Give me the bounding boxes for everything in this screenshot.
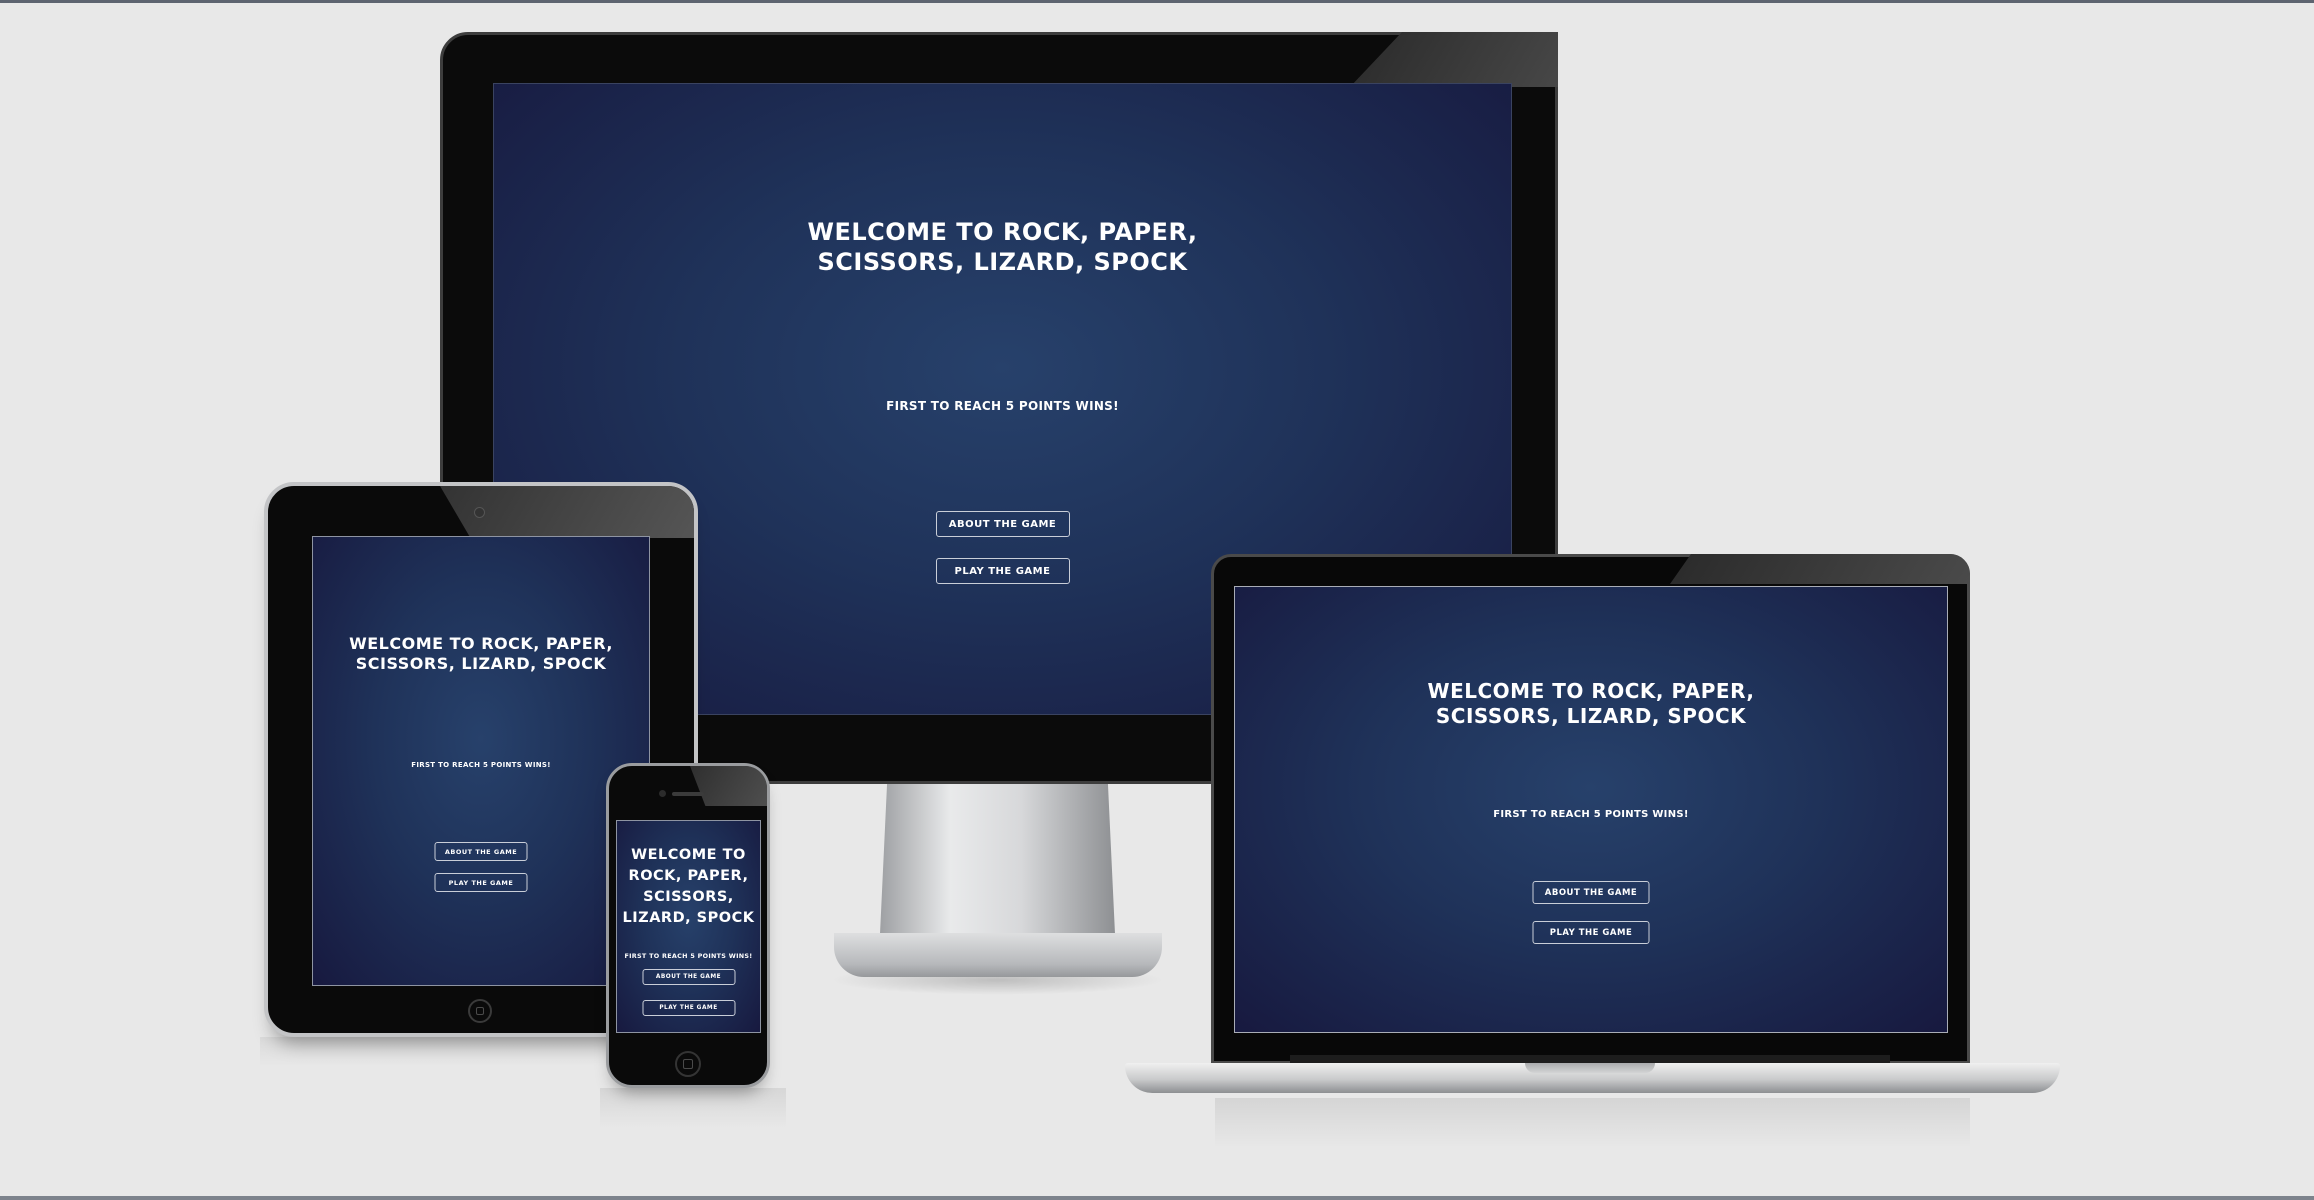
- home-button-icon[interactable]: [468, 999, 492, 1023]
- play-button[interactable]: PLAY THE GAME: [642, 1000, 735, 1016]
- about-button[interactable]: ABOUT THE GAME: [434, 842, 528, 861]
- title-line-1: WELCOME TO ROCK, PAPER,: [349, 634, 613, 653]
- tablet-screen: WELCOME TO ROCK, PAPER, SCISSORS, LIZARD…: [312, 536, 650, 986]
- phone-reflection: [600, 1088, 786, 1128]
- title-line-1: WELCOME TO ROCK, PAPER,: [807, 218, 1198, 246]
- play-button[interactable]: PLAY THE GAME: [1532, 921, 1650, 944]
- subtitle: FIRST TO REACH 5 POINTS WINS!: [1493, 809, 1689, 820]
- page-title: WELCOME TO ROCK, PAPER, SCISSORS, LIZARD…: [494, 218, 1511, 278]
- tablet-camera: [474, 507, 485, 518]
- about-button[interactable]: ABOUT THE GAME: [1532, 881, 1650, 904]
- title-line-2: SCISSORS, LIZARD, SPOCK: [1435, 703, 1747, 728]
- about-button[interactable]: ABOUT THE GAME: [935, 511, 1070, 537]
- monitor-stand-base: [834, 933, 1162, 977]
- home-button-icon[interactable]: [675, 1051, 701, 1077]
- subtitle: FIRST TO REACH 5 POINTS WINS!: [886, 399, 1119, 413]
- page-title: WELCOME TO ROCK, PAPER, SCISSORS, LIZARD…: [1235, 679, 1947, 729]
- about-button[interactable]: ABOUT THE GAME: [642, 969, 735, 985]
- laptop-glare: [1670, 554, 1970, 584]
- laptop-reflection: [1215, 1098, 1970, 1148]
- title-line-2: SCISSORS, LIZARD, SPOCK: [817, 247, 1188, 276]
- laptop-screen: WELCOME TO ROCK, PAPER, SCISSORS, LIZARD…: [1234, 586, 1948, 1033]
- title-line-2: ROCK, PAPER,: [628, 868, 749, 885]
- phone-camera: [659, 790, 666, 797]
- subtitle: FIRST TO REACH 5 POINTS WINS!: [624, 952, 753, 960]
- laptop-notch: [1525, 1063, 1655, 1073]
- phone-speaker: [672, 792, 704, 796]
- title-line-1: WELCOME TO: [631, 847, 746, 863]
- page-title: WELCOME TO ROCK, PAPER, SCISSORS, LIZARD…: [313, 634, 649, 674]
- page-title: WELCOME TO ROCK, PAPER, SCISSORS, LIZARD…: [617, 845, 760, 929]
- play-button[interactable]: PLAY THE GAME: [935, 558, 1070, 584]
- title-line-4: LIZARD, SPOCK: [622, 910, 755, 927]
- title-line-2: SCISSORS, LIZARD, SPOCK: [355, 653, 607, 673]
- title-line-1: WELCOME TO ROCK, PAPER,: [1427, 679, 1755, 703]
- subtitle: FIRST TO REACH 5 POINTS WINS!: [411, 761, 551, 769]
- play-button[interactable]: PLAY THE GAME: [434, 873, 528, 892]
- title-line-3: SCISSORS,: [643, 889, 734, 906]
- phone-screen: WELCOME TO ROCK, PAPER, SCISSORS, LIZARD…: [616, 820, 761, 1033]
- monitor-stand: [880, 784, 1115, 934]
